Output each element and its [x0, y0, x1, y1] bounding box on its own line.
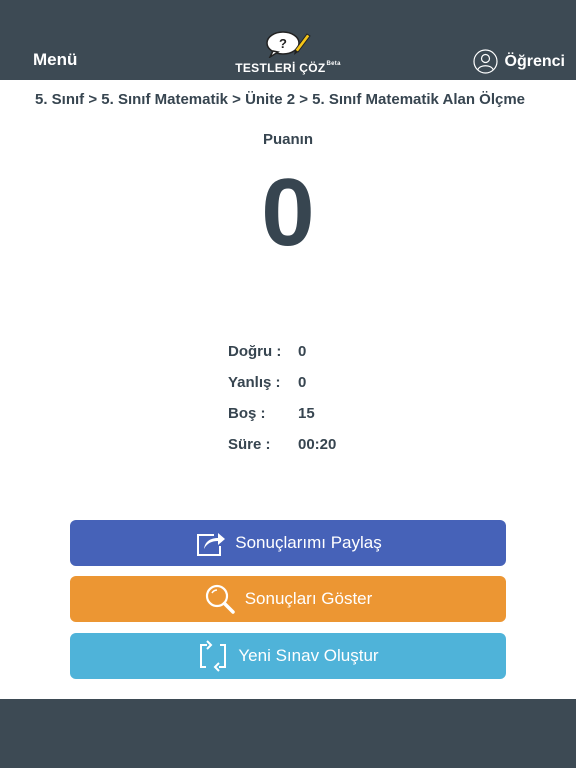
logo-text: TESTLERİ ÇÖZ	[235, 61, 326, 75]
stat-label: Yanlış :	[228, 374, 281, 391]
score-value: 0	[261, 159, 315, 266]
stat-label: Boş :	[228, 405, 266, 422]
stat-row-duration: Süre : 00:20	[228, 436, 408, 467]
stat-row-correct: Doğru : 0	[228, 343, 408, 374]
menu-button[interactable]: Menü	[33, 50, 77, 70]
stat-row-empty: Boş : 15	[228, 405, 408, 436]
breadcrumb: 5. Sınıf > 5. Sınıf Matematik > Ünite 2 …	[35, 91, 526, 108]
svg-text:?: ?	[279, 36, 287, 51]
show-results-label: Sonuçları Göster	[244, 589, 373, 608]
stat-value: 0	[298, 343, 307, 360]
bottom-bar	[0, 699, 576, 768]
stat-value: 15	[298, 405, 315, 422]
stat-row-wrong: Yanlış : 0	[228, 374, 408, 405]
share-results-button[interactable]: Sonuçlarımı Paylaş	[70, 520, 506, 566]
score-label: Puanın	[262, 131, 313, 148]
speech-bubble-pencil-icon: ?	[266, 31, 311, 58]
new-exam-button[interactable]: Yeni Sınav Oluştur	[70, 633, 506, 679]
logo-beta-badge: Beta	[326, 61, 341, 67]
stat-label: Doğru :	[228, 343, 282, 360]
stat-value: 00:20	[298, 436, 337, 453]
refresh-icon	[200, 640, 227, 672]
app-logo[interactable]: ? TESTLERİ ÇÖZBeta	[232, 30, 344, 75]
show-results-button[interactable]: Sonuçları Göster	[70, 576, 506, 622]
user-account-button[interactable]: Öğrenci	[472, 49, 565, 74]
stat-label: Süre :	[228, 436, 271, 453]
user-avatar-icon	[472, 49, 498, 74]
result-stats: Doğru : 0 Yanlış : 0 Boş : 15 Süre : 00:…	[228, 343, 408, 467]
top-bar: Menü ? TESTLERİ ÇÖZBeta Öğrenci	[0, 0, 576, 80]
share-results-label: Sonuçlarımı Paylaş	[235, 533, 382, 552]
magnifier-icon	[205, 584, 235, 614]
share-icon	[197, 533, 226, 556]
user-label: Öğrenci	[504, 52, 565, 70]
stat-value: 0	[298, 374, 307, 391]
new-exam-label: Yeni Sınav Oluştur	[238, 646, 379, 665]
